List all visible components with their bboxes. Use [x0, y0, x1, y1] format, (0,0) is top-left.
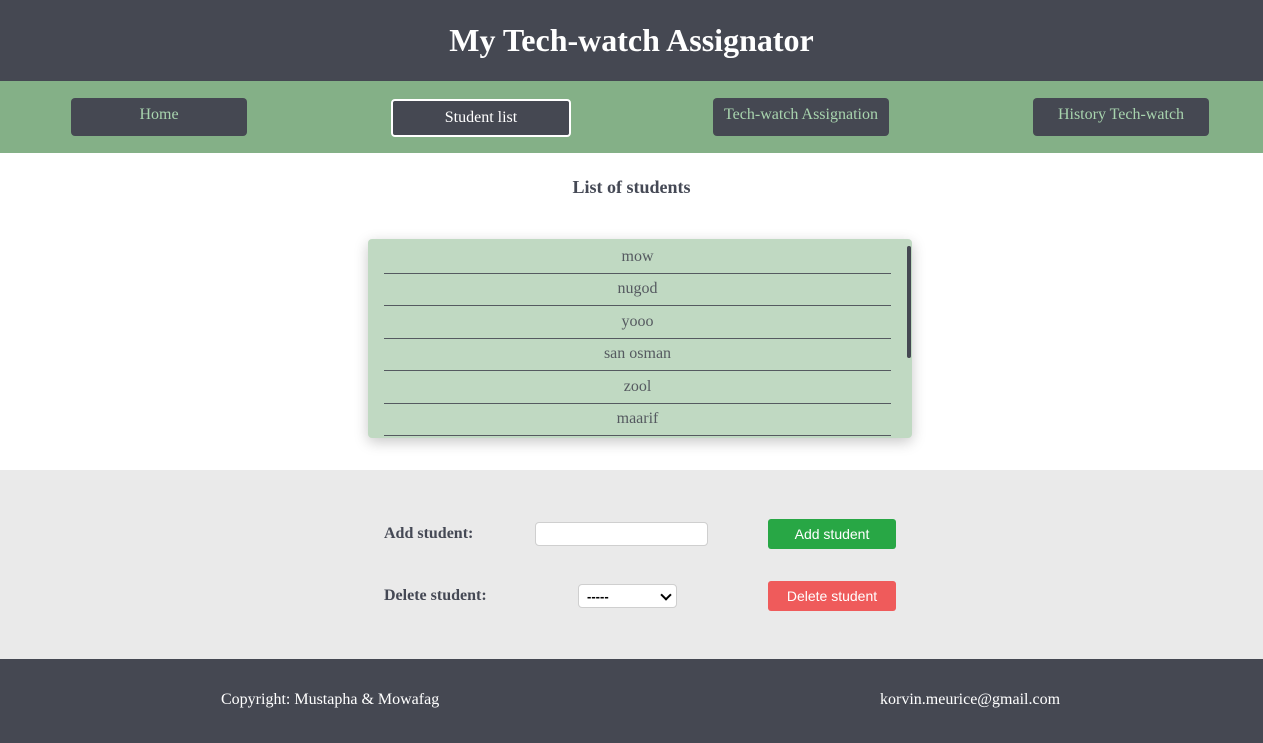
footer-copyright: Copyright: Mustapha & Mowafag [221, 691, 440, 708]
nav-student-list-button[interactable]: Student list [391, 99, 571, 137]
student-list-item[interactable]: zool [384, 371, 891, 404]
student-list-item[interactable]: san osman [384, 339, 891, 371]
delete-student-selected-value: ----- [587, 588, 609, 604]
student-list-title: List of students [572, 177, 691, 197]
student-list-item[interactable]: maarif [384, 404, 891, 436]
page-header: My Tech-watch Assignator [0, 0, 1263, 81]
delete-student-select[interactable]: ----- [578, 584, 677, 608]
delete-student-button[interactable]: Delete student [768, 581, 896, 611]
add-student-button[interactable]: Add student [768, 519, 896, 549]
chevron-down-icon [660, 589, 672, 601]
scrollbar-thumb[interactable] [907, 246, 911, 358]
student-list-box[interactable]: mow nugod yooo san osman zool maarif [368, 239, 912, 438]
student-form-section: Add student: Add student Delete student:… [0, 470, 1263, 659]
student-list-item[interactable]: mow [384, 241, 891, 274]
student-list-scrollbar[interactable] [904, 239, 912, 438]
student-list-item[interactable]: nugod [384, 274, 891, 306]
page-footer: Copyright: Mustapha & Mowafag korvin.meu… [0, 659, 1263, 743]
nav-assignation-button[interactable]: Tech-watch Assignation [713, 98, 889, 136]
page-title: My Tech-watch Assignator [449, 22, 814, 58]
footer-email: korvin.meurice@gmail.com [880, 691, 1061, 708]
nav-history-button[interactable]: History Tech-watch [1033, 98, 1209, 136]
student-list: mow nugod yooo san osman zool maarif [384, 241, 891, 436]
add-student-label: Add student: [384, 525, 474, 542]
student-list-section: List of students mow nugod yooo san osman zo… [0, 153, 1263, 470]
delete-student-label: Delete student: [384, 587, 487, 604]
nav-home-button[interactable]: Home [71, 98, 247, 136]
nav-bar: Home Student list Tech-watch Assignation… [0, 81, 1263, 153]
student-list-item[interactable]: yooo [384, 306, 891, 339]
add-student-input[interactable] [535, 522, 708, 546]
